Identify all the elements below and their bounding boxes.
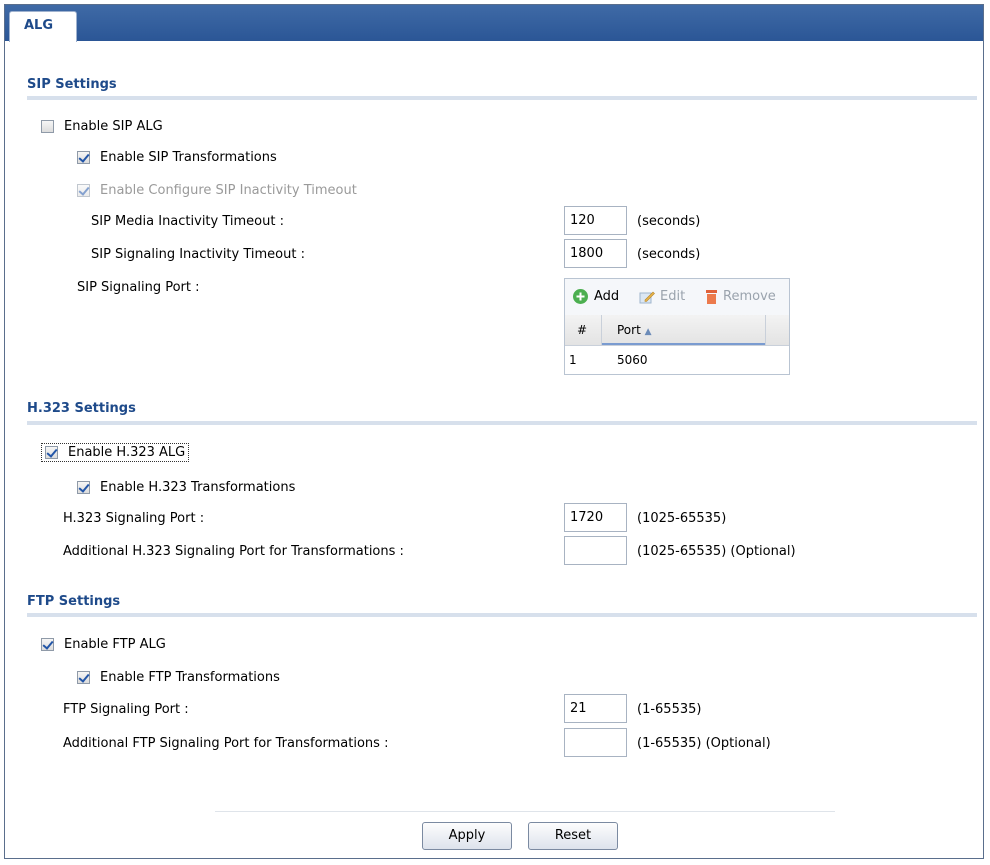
ftp-additional-port-hint: (1-65535) (Optional) [637,736,771,751]
sip-transform-label: Enable SIP Transformations [100,149,277,165]
divider [27,96,977,100]
edit-icon [639,290,655,304]
sip-enable-checkbox[interactable] [41,119,54,133]
col-divider [601,315,602,345]
add-label: Add [594,289,620,304]
grid-header: # Port ▲ [565,315,789,346]
h323-transform-label: Enable H.323 Transformations [100,479,296,495]
sip-signal-timeout-input[interactable]: 1800 [564,239,627,268]
sort-asc-icon: ▲ [644,327,652,337]
sip-media-timeout-input[interactable]: 120 [564,206,627,235]
edit-button[interactable]: Edit [639,289,685,304]
sip-enable-label: Enable SIP ALG [64,118,163,134]
sip-section-title: SIP Settings [27,77,117,92]
h323-port-label: H.323 Signaling Port : [63,511,205,526]
ftp-transform-row[interactable]: Enable FTP Transformations [77,667,280,687]
h323-port-input[interactable]: 1720 [564,503,627,532]
col-port-header[interactable]: Port ▲ [617,323,652,337]
ftp-enable-row[interactable]: Enable FTP ALG [41,634,166,654]
edit-label: Edit [660,289,686,304]
remove-button[interactable]: Remove [705,289,776,304]
ftp-additional-port-input[interactable] [564,728,627,757]
h323-section-title: H.323 Settings [27,401,136,416]
tab-alg[interactable]: ALG [9,11,77,42]
tab-bar: ALG [5,5,983,42]
sip-inactivity-label: Enable Configure SIP Inactivity Timeout [100,182,357,198]
col-divider [765,315,766,345]
sip-signal-timeout-unit: (seconds) [637,247,701,262]
sip-enable-row[interactable]: Enable SIP ALG [41,116,163,136]
ftp-enable-label: Enable FTP ALG [64,636,166,652]
ftp-port-hint: (1-65535) [637,702,702,717]
table-row[interactable]: 1 5060 [565,346,789,372]
plus-circle-icon [573,289,588,304]
reset-button[interactable]: Reset [528,822,618,850]
sip-transform-checkbox[interactable] [77,150,90,164]
divider [27,421,977,425]
ftp-transform-checkbox[interactable] [77,670,90,684]
row-port: 5060 [617,353,648,367]
h323-additional-port-label: Additional H.323 Signaling Port for Tran… [63,544,404,559]
remove-label: Remove [723,289,776,304]
sip-port-grid: Add Edit Remove # Port ▲ 1 5060 [564,278,790,375]
h323-additional-port-input[interactable] [564,536,627,565]
ftp-section-title: FTP Settings [27,594,121,609]
h323-transform-checkbox[interactable] [77,480,90,494]
trash-icon [705,289,718,304]
grid-toolbar: Add Edit Remove [565,279,789,316]
h323-additional-port-hint: (1025-65535) (Optional) [637,544,796,559]
sip-media-timeout-label: SIP Media Inactivity Timeout : [91,214,284,229]
h323-enable-label: Enable H.323 ALG [68,444,186,460]
apply-button[interactable]: Apply [422,822,512,850]
h323-enable-checkbox[interactable] [45,445,58,459]
col-port-label: Port [617,323,641,337]
add-button[interactable]: Add [573,289,619,304]
sip-transform-row[interactable]: Enable SIP Transformations [77,147,277,167]
row-num: 1 [569,353,577,367]
ftp-enable-checkbox[interactable] [41,637,54,651]
sip-media-timeout-unit: (seconds) [637,214,701,229]
alg-panel: ALG SIP Settings Enable SIP ALG Enable S… [4,4,984,859]
h323-enable-focus[interactable]: Enable H.323 ALG [41,442,190,462]
sip-inactivity-row: Enable Configure SIP Inactivity Timeout [77,180,357,200]
h323-enable-row[interactable]: Enable H.323 ALG [41,442,190,462]
divider [27,613,977,617]
ftp-port-label: FTP Signaling Port : [63,702,189,717]
ftp-additional-port-label: Additional FTP Signaling Port for Transf… [63,736,389,751]
sip-signal-timeout-label: SIP Signaling Inactivity Timeout : [91,247,305,262]
sip-inactivity-checkbox [77,183,90,197]
ftp-port-input[interactable]: 21 [564,694,627,723]
ftp-transform-label: Enable FTP Transformations [100,669,280,685]
sip-signaling-port-label: SIP Signaling Port : [77,280,200,295]
col-num-header: # [577,323,588,337]
h323-transform-row[interactable]: Enable H.323 Transformations [77,477,295,497]
h323-port-hint: (1025-65535) [637,511,727,526]
footer-divider [215,811,835,812]
sort-indicator [602,343,765,345]
